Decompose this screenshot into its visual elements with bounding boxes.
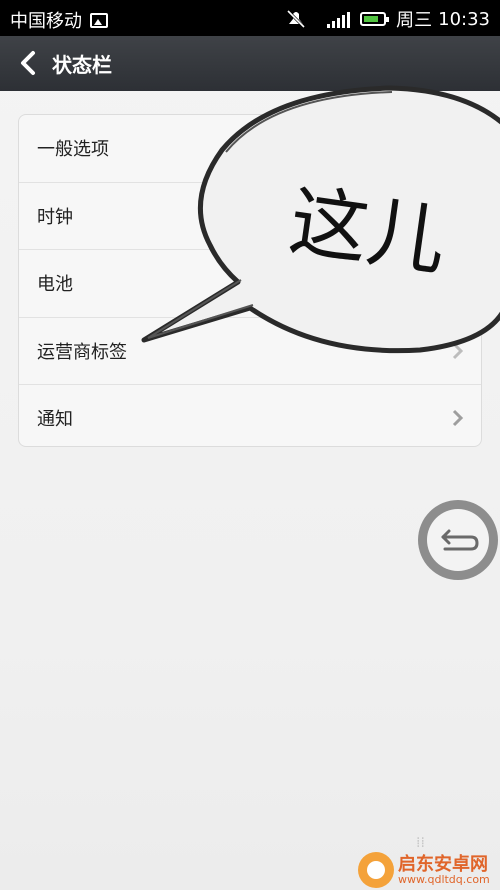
- clock: 10:33: [438, 8, 490, 30]
- status-bar-left: 中国移动: [10, 7, 108, 33]
- chevron-right-icon: [452, 410, 464, 427]
- list-item-label: 通知: [37, 409, 73, 431]
- list-item-notifications[interactable]: 通知: [19, 385, 481, 452]
- chevron-right-icon: [452, 342, 464, 359]
- list-item-label: 电池: [37, 274, 73, 296]
- battery-icon: [360, 12, 390, 26]
- chevron-right-icon: [452, 207, 464, 224]
- page-title: 状态栏: [52, 53, 112, 77]
- watermark-url: www.qdltdq.com: [398, 873, 490, 886]
- weekday: 周三: [396, 10, 433, 31]
- status-bar: 中国移动 周三 10:33: [0, 0, 500, 36]
- list-item-carrier-label[interactable]: 运营商标签: [19, 318, 481, 385]
- list-item-label: 一般选项: [37, 139, 109, 161]
- floating-back-button[interactable]: [418, 500, 498, 580]
- chevron-right-icon: [452, 275, 464, 292]
- list-item-battery[interactable]: 电池: [19, 250, 481, 318]
- chevron-right-icon: [452, 140, 464, 157]
- list-item-general[interactable]: 一般选项: [19, 115, 481, 183]
- mute-icon: [287, 9, 306, 29]
- watermark: 启东安卓网 www.qdltdq.com: [358, 848, 498, 890]
- return-arrow-icon: [441, 529, 479, 551]
- carrier-name: 中国移动: [10, 11, 82, 32]
- list-item-clock[interactable]: 时钟: [19, 183, 481, 250]
- image-icon: [90, 12, 108, 28]
- settings-list: 一般选项 时钟 电池 运营商标签 通知: [18, 114, 482, 447]
- watermark-logo-icon: [358, 852, 394, 888]
- list-item-label: 时钟: [37, 206, 73, 228]
- chevron-left-icon[interactable]: [14, 48, 44, 78]
- title-bar: 状态栏: [0, 36, 500, 91]
- status-bar-right: 周三 10:33: [285, 6, 490, 32]
- list-item-label: 运营商标签: [37, 341, 127, 363]
- signal-icon: [325, 10, 351, 28]
